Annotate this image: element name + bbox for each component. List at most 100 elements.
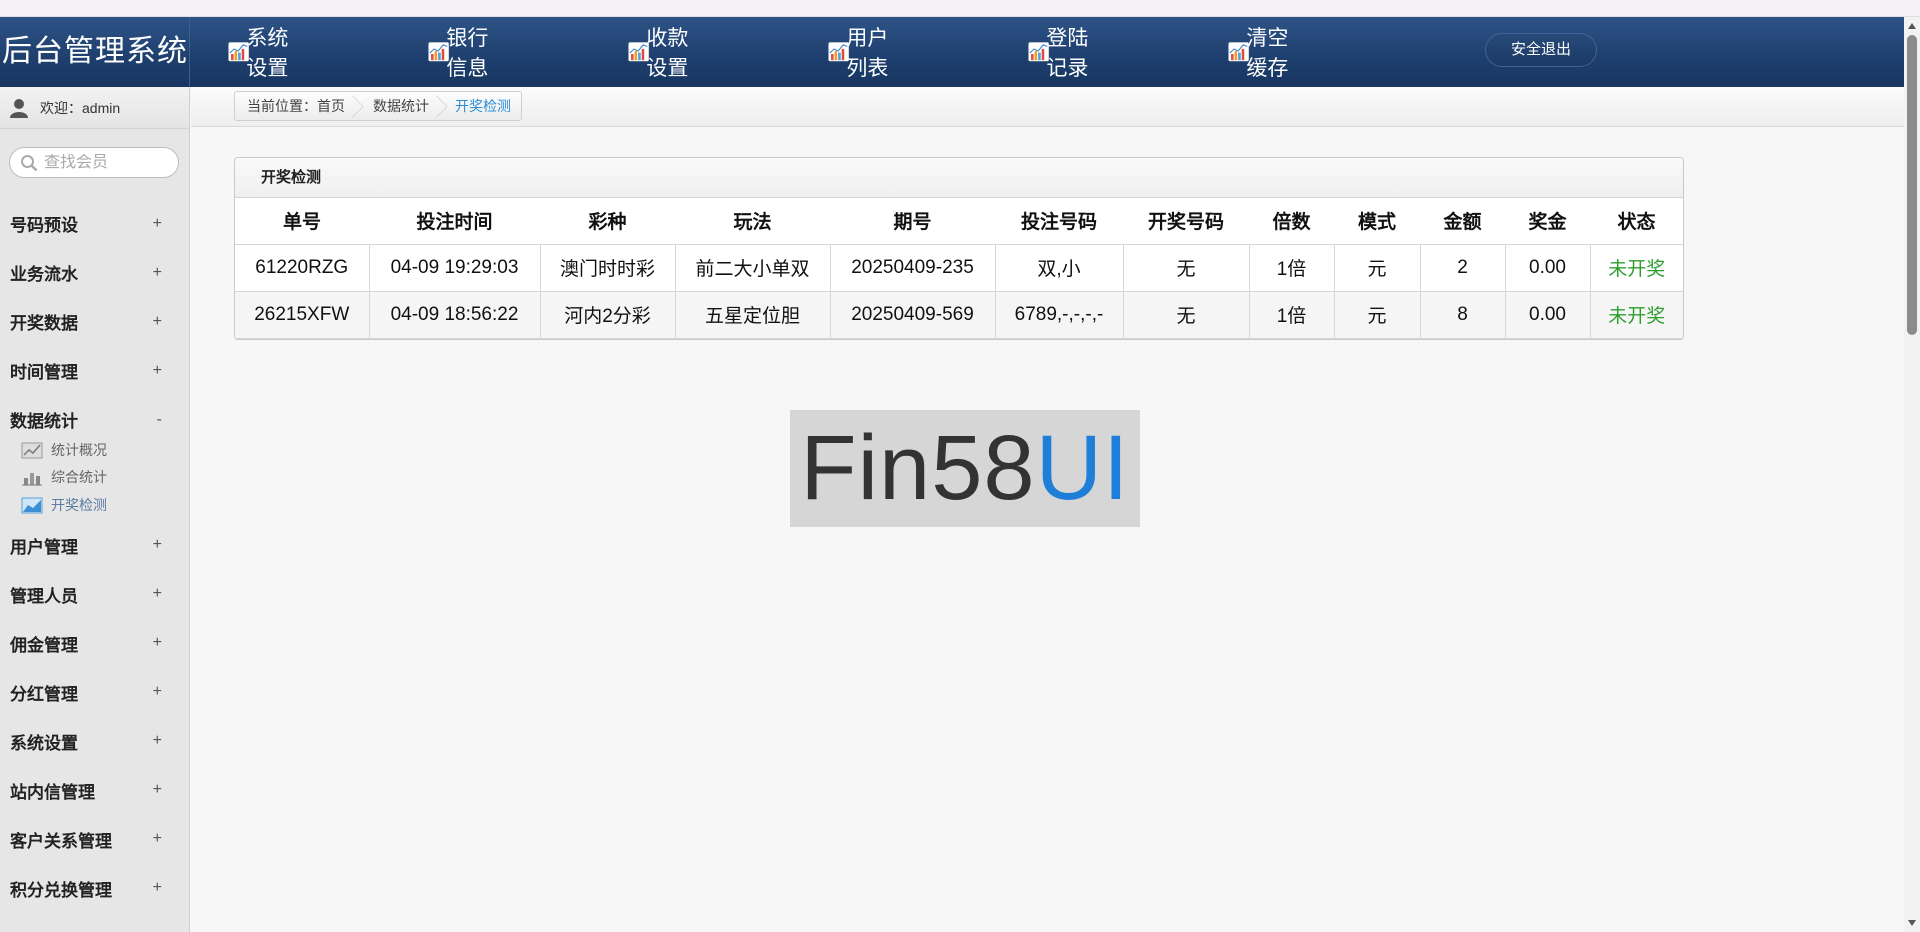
menu-label: 佣金管理: [10, 635, 78, 655]
logout-button[interactable]: 安全退出: [1485, 33, 1597, 67]
cell-mode: 元: [1334, 244, 1421, 292]
topnav-label: 系统设置: [246, 27, 289, 80]
cell-issue: 20250409-569: [830, 291, 996, 339]
statistics-submenu: 统计概况 综合统计 开奖检测: [0, 436, 190, 519]
topnav-item-clear-cache[interactable]: 清空缓存: [1228, 27, 1289, 80]
topnav-label: 收款设置: [646, 27, 689, 80]
expand-toggle[interactable]: +: [153, 634, 162, 652]
app-title: 后台管理系统: [0, 17, 190, 87]
menu-label: 积分兑换管理: [10, 880, 112, 900]
browser-top-strip: [0, 0, 1920, 17]
submenu-label: 统计概况: [51, 441, 107, 458]
sidebar-item-admins[interactable]: 管理人员 +: [0, 570, 190, 619]
sidebar-menu: 号码预设 + 业务流水 + 开奖数据 + 时间管理 + 数据统计 - 统计概况 综合统计 …: [0, 199, 190, 913]
watermark-logo: Fin58 UI: [790, 410, 1140, 527]
bets-table: 单号 投注时间 彩种 玩法 期号 投注号码 开奖号码 倍数 模式 金额 奖金 状…: [235, 198, 1683, 339]
sidebar-item-site-messages[interactable]: 站内信管理 +: [0, 766, 190, 815]
submenu-item-comprehensive[interactable]: 综合统计: [0, 464, 190, 492]
expand-toggle[interactable]: +: [153, 683, 162, 701]
expand-toggle[interactable]: +: [153, 732, 162, 750]
expand-toggle[interactable]: +: [153, 585, 162, 603]
sidebar-item-business-flow[interactable]: 业务流水 +: [0, 248, 190, 297]
expand-toggle[interactable]: +: [153, 264, 162, 282]
expand-toggle[interactable]: +: [153, 830, 162, 848]
menu-label: 数据统计: [10, 412, 78, 431]
cell-lottery: 河内2分彩: [540, 291, 676, 339]
table-row[interactable]: 61220RZG 04-09 19:29:03 澳门时时彩 前二大小单双 202…: [235, 244, 1683, 292]
cell-bet-time: 04-09 19:29:03: [369, 244, 541, 292]
top-header: 后台管理系统 系统设置 银行信息 收款设置 用户列表 登陆记录 清空缓存 安全退…: [0, 17, 1904, 87]
cell-status: 未开奖: [1590, 291, 1683, 339]
expand-toggle[interactable]: +: [153, 362, 162, 380]
member-search[interactable]: [9, 147, 179, 178]
user-icon: [10, 98, 28, 118]
search-input[interactable]: [44, 153, 164, 172]
topnav-label: 用户列表: [846, 27, 889, 80]
submenu-item-draw-check[interactable]: 开奖检测: [0, 491, 190, 519]
cell-lottery: 澳门时时彩: [540, 244, 676, 292]
sidebar-item-draw-data[interactable]: 开奖数据 +: [0, 297, 190, 346]
cell-bet-number: 6789,-,-,-,-: [995, 291, 1124, 339]
breadcrumb: 当前位置：首页 数据统计 开奖检测: [234, 91, 522, 121]
page-scrollbar[interactable]: [1904, 17, 1920, 932]
submenu-label: 开奖检测: [51, 496, 107, 513]
column-header: 奖金: [1505, 198, 1590, 245]
sidebar-item-number-preset[interactable]: 号码预设 +: [0, 199, 190, 248]
menu-label: 系统设置: [10, 733, 78, 753]
bar-chart-icon: [22, 473, 42, 486]
column-header: 开奖号码: [1123, 198, 1249, 245]
scrollbar-thumb[interactable]: [1907, 35, 1917, 335]
topnav-item-login-records[interactable]: 登陆记录: [1028, 27, 1089, 80]
cell-prize: 0.00: [1505, 244, 1591, 292]
breadcrumb-data-statistics[interactable]: 数据统计: [355, 92, 439, 120]
expand-toggle[interactable]: +: [153, 313, 162, 331]
scroll-down-icon[interactable]: [1908, 920, 1916, 926]
panel-title: 开奖检测: [235, 158, 1683, 198]
table-row[interactable]: 26215XFW 04-09 18:56:22 河内2分彩 五星定位胆 2025…: [235, 291, 1683, 339]
sidebar-item-time-management[interactable]: 时间管理 +: [0, 346, 190, 395]
sidebar: 欢迎：admin 号码预设 + 业务流水 + 开奖数据 + 时间管理 + 数据统计 - 统…: [0, 87, 190, 932]
topnav-item-payment-settings[interactable]: 收款设置: [628, 27, 689, 80]
column-header: 金额: [1420, 198, 1505, 245]
cell-prize: 0.00: [1505, 291, 1591, 339]
line-chart-icon: [21, 442, 43, 459]
sidebar-item-points-exchange[interactable]: 积分兑换管理 +: [0, 864, 190, 913]
topnav-item-system-settings[interactable]: 系统设置: [228, 27, 289, 80]
cell-amount: 2: [1420, 244, 1506, 292]
table-header-row: 单号 投注时间 彩种 玩法 期号 投注号码 开奖号码 倍数 模式 金额 奖金 状…: [235, 198, 1683, 245]
cell-multiple: 1倍: [1249, 244, 1335, 292]
topnav-item-user-list[interactable]: 用户列表: [828, 27, 889, 80]
cell-order-no: 26215XFW: [235, 291, 370, 339]
column-header: 期号: [830, 198, 995, 245]
scroll-up-icon[interactable]: [1908, 23, 1916, 29]
sidebar-item-system-settings[interactable]: 系统设置 +: [0, 717, 190, 766]
topnav-item-bank-info[interactable]: 银行信息: [428, 27, 489, 80]
submenu-item-overview[interactable]: 统计概况: [0, 436, 190, 464]
cell-mode: 元: [1334, 291, 1421, 339]
column-header: 模式: [1334, 198, 1420, 245]
collapse-toggle[interactable]: -: [157, 411, 162, 429]
sidebar-item-commission[interactable]: 佣金管理 +: [0, 619, 190, 668]
expand-toggle[interactable]: +: [153, 879, 162, 897]
watermark-text-accent: UI: [1035, 417, 1130, 519]
menu-label: 客户关系管理: [10, 831, 112, 851]
column-header: 单号: [235, 198, 369, 245]
cell-play-type: 五星定位胆: [675, 291, 831, 339]
expand-toggle[interactable]: +: [153, 781, 162, 799]
topnav-label: 登陆记录: [1046, 27, 1089, 80]
expand-toggle[interactable]: +: [153, 536, 162, 554]
sidebar-item-crm[interactable]: 客户关系管理 +: [0, 815, 190, 864]
breadcrumb-home[interactable]: 当前位置：首页: [235, 92, 355, 120]
welcome-bar: 欢迎：admin: [0, 87, 189, 129]
search-icon: [21, 154, 38, 171]
sidebar-item-user-management[interactable]: 用户管理 +: [0, 521, 190, 570]
menu-label: 时间管理: [10, 363, 78, 382]
cell-status: 未开奖: [1590, 244, 1683, 292]
breadcrumb-bar: 当前位置：首页 数据统计 开奖检测: [191, 87, 1904, 127]
expand-toggle[interactable]: +: [153, 215, 162, 233]
cell-multiple: 1倍: [1249, 291, 1335, 339]
welcome-text: 欢迎：admin: [40, 99, 121, 116]
column-header: 状态: [1590, 198, 1683, 245]
column-header: 彩种: [540, 198, 675, 245]
sidebar-item-dividend[interactable]: 分红管理 +: [0, 668, 190, 717]
